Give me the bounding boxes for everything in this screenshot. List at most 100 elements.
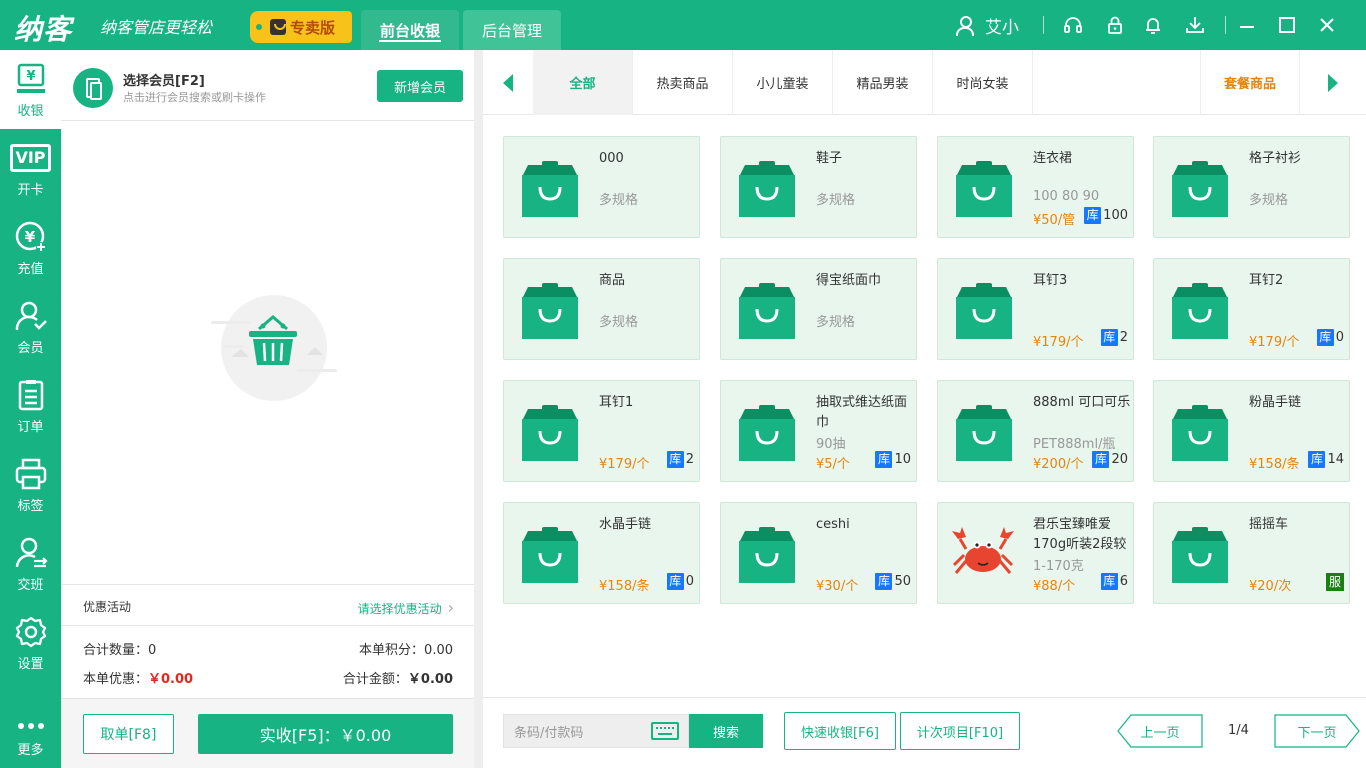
product-card[interactable]: 摇摇车 ¥20/次 服 [1153,502,1350,604]
nav-label: 更多 [17,743,44,758]
category-next-arrow-icon[interactable] [1300,50,1366,115]
product-card[interactable]: 耳钉1 ¥179/个 库 2 [503,380,700,482]
product-price: ¥200/个 [1033,457,1084,472]
edition-badge: 专卖版 [250,11,352,43]
user-menu[interactable]: 艾小 [955,13,1019,38]
stock-badge: 库 [1308,451,1326,468]
minimize-icon[interactable] [1237,15,1257,35]
product-name: 粉晶手链 [1249,395,1302,410]
bell-icon[interactable] [1143,15,1163,35]
member-hint: 点击进行会员搜索或刷卡操作 [123,91,266,104]
product-card[interactable]: 水晶手链 ¥158/条 库 0 [503,502,700,604]
headset-icon[interactable] [1063,15,1083,35]
qty-label: 合计数量： [83,643,149,658]
next-page-label: 下一页 [1297,725,1337,741]
product-spec: 多规格 [1249,193,1289,208]
product-card[interactable]: 鞋子 多规格 [720,136,917,238]
select-promo-link[interactable]: 请选择优惠活动 [358,598,454,617]
category-all[interactable]: 全部 [533,50,633,115]
product-card[interactable]: 粉晶手链 ¥158/条库 14 [1153,380,1350,482]
product-card[interactable]: 888ml 可口可乐 PET888ml/瓶 ¥200/个库 20 [937,380,1134,482]
total-qty: 合计数量：0 [83,639,156,658]
stock-count: 2 [685,452,694,467]
keyboard-icon[interactable] [651,722,679,740]
category-women[interactable]: 时尚女装 [933,50,1033,115]
product-name: 耳钉2 [1249,273,1284,288]
pickup-order-button[interactable]: 取单[F8] [83,714,174,754]
svg-text:¥: ¥ [26,69,35,84]
product-card[interactable]: 耳钉3 ¥179/个 库 2 [937,258,1134,360]
stock-badge: 库 [666,573,684,590]
product-card[interactable]: 商品 多规格 [503,258,700,360]
product-price: ¥179/个 [599,457,650,472]
tab-back-office[interactable]: 后台管理 [463,10,561,50]
quick-pay-button[interactable]: 快速收银[F6] [784,712,896,750]
user-name: 艾小 [985,18,1019,38]
nav-open-card[interactable]: VIP 开卡 [0,129,61,208]
product-name: 格子衬衫 [1249,151,1302,166]
category-prev-arrow-icon[interactable] [483,50,533,115]
points-label: 本单积分： [359,643,425,658]
product-card[interactable]: 得宝纸面巾 多规格 [720,258,917,360]
lock-icon[interactable] [1105,15,1125,35]
category-hot[interactable]: 热卖商品 [633,50,733,115]
product-card[interactable]: 君乐宝臻唯爱170g听装2段较 1-170克 ¥88/个 库 6 [937,502,1134,604]
download-icon[interactable] [1185,15,1205,35]
divider [61,625,474,626]
nav-recharge[interactable]: ¥ 充值 [0,208,61,287]
bag-icon [270,19,286,35]
count-items-button[interactable]: 计次项目[F10] [900,712,1020,750]
product-spec: 多规格 [599,193,639,208]
crab-product-image [948,525,1018,583]
search-button[interactable]: 搜索 [689,714,763,748]
stock-count: 14 [1327,452,1344,467]
member-card-icon[interactable] [73,68,113,108]
service-badge: 服 [1326,573,1344,591]
nav-label: 交班 [17,578,44,593]
more-icon [13,716,49,736]
product-stock: 服 [1326,573,1344,591]
nav-label-print[interactable]: 标签 [0,445,61,524]
total-value: ￥0.00 [407,672,453,687]
stock-badge: 库 [875,573,893,590]
product-card[interactable]: 格子衬衫 多规格 [1153,136,1350,238]
nav-shift[interactable]: 交班 [0,524,61,603]
product-card[interactable]: 连衣裙 100 80 90 ¥50/管库 100 [937,136,1134,238]
category-kids[interactable]: 小儿童装 [733,50,833,115]
category-combo[interactable]: 套餐商品 [1200,50,1300,115]
product-stock: 库 50 [875,573,911,590]
product-name: 得宝纸面巾 [816,273,882,288]
vip-text: VIP [10,144,51,172]
vip-card-icon: VIP [10,140,51,176]
product-card[interactable]: 000 多规格 [503,136,700,238]
product-card[interactable]: ceshi ¥30/个 库 50 [720,502,917,604]
shopping-bag-icon [1172,159,1228,217]
checkout-button[interactable]: 实收[F5]：￥0.00 [198,714,453,754]
nav-settings[interactable]: 设置 [0,603,61,682]
stock-count: 100 [1103,208,1128,223]
nav-cashier[interactable]: ¥ 收银 [0,50,61,129]
close-icon[interactable] [1317,15,1337,35]
product-price: ¥20/次 [1249,579,1292,594]
add-member-button[interactable]: 新增会员 [377,70,463,102]
nav-member[interactable]: 会员 [0,287,61,366]
product-card[interactable]: 耳钉2 ¥179/个 库 0 [1153,258,1350,360]
prev-page-button[interactable]: 上一页 [1117,714,1203,748]
tab-front-cashier[interactable]: 前台收银 [361,10,459,50]
next-page-button[interactable]: 下一页 [1274,714,1360,748]
product-name: 000 [599,151,624,166]
nav-more[interactable]: 更多 [0,710,61,768]
product-price: ¥179/个 [1249,335,1300,350]
points-value: 0.00 [424,643,453,658]
select-member[interactable]: 选择会员[F2] [123,70,205,89]
bottom-toolbar: 条码/付款码 搜索 快速收银[F6] 计次项目[F10] 上一页 1/4 下一页 [483,697,1366,768]
svg-text:¥: ¥ [24,228,35,246]
nav-order[interactable]: 订单 [0,366,61,445]
category-men[interactable]: 精品男装 [833,50,933,115]
product-name: 摇摇车 [1249,517,1289,532]
maximize-icon[interactable] [1277,15,1297,35]
stock-count: 0 [685,574,694,589]
discount-label: 本单优惠： [83,672,149,687]
product-card[interactable]: 抽取式维达纸面巾 90抽 ¥5/个 库 10 [720,380,917,482]
cashier-icon: ¥ [13,61,49,97]
